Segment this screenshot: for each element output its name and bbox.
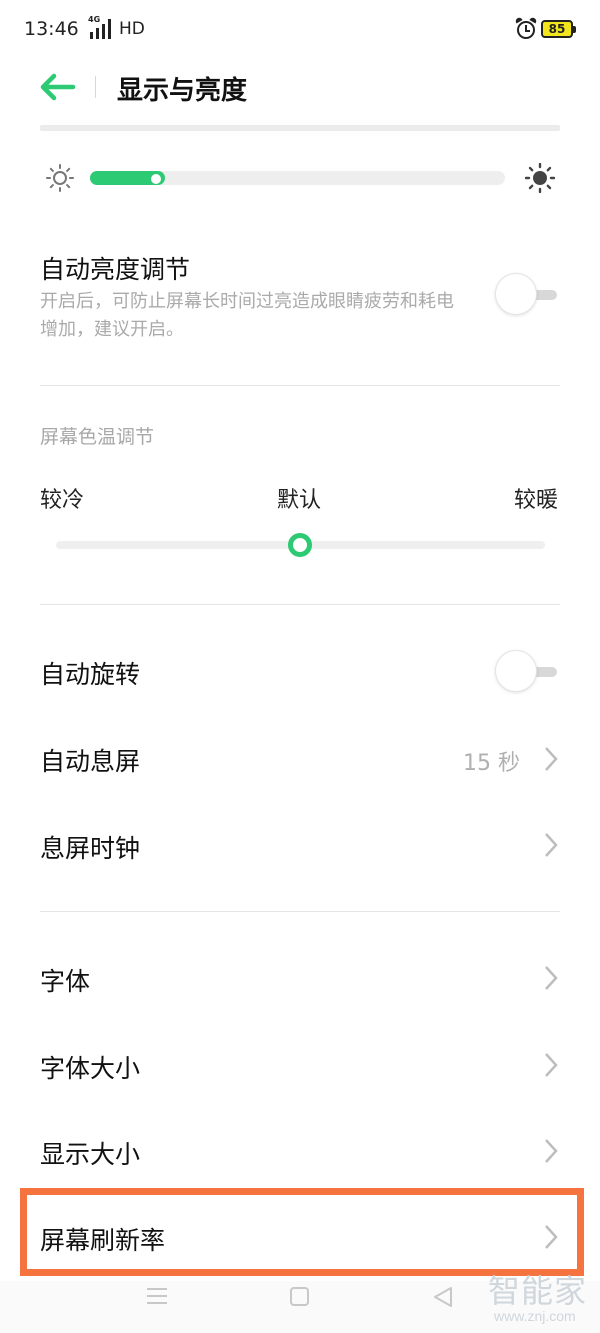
- alarm-icon: [514, 16, 538, 40]
- brightness-slider-row: [0, 155, 600, 201]
- watermark-text: 智能家: [488, 1272, 588, 1310]
- auto-brightness-description: 开启后，可防止屏幕长时间过亮造成眼睛疲劳和耗电增加，建议开启。: [40, 291, 454, 340]
- signal-icon: 4G: [88, 15, 114, 39]
- color-temperature-knob[interactable]: [288, 533, 312, 557]
- chevron-right-icon: [545, 1225, 558, 1249]
- chevron-right-icon: [545, 1139, 558, 1163]
- header: 显示与亮度: [0, 60, 600, 120]
- display-size-row[interactable]: 显示大小: [0, 1107, 600, 1193]
- auto-screen-off-value: 15 秒: [463, 751, 520, 776]
- auto-screen-off-title: 自动息屏: [40, 747, 141, 776]
- auto-rotate-title: 自动旋转: [40, 660, 141, 689]
- arrow-left-icon[interactable]: [40, 72, 76, 102]
- font-size-title: 字体大小: [40, 1054, 141, 1083]
- refresh-rate-title: 屏幕刷新率: [40, 1226, 166, 1255]
- page-title: 显示与亮度: [117, 76, 248, 106]
- scroll-edge: [40, 125, 560, 131]
- watermark-url: www.znj.com: [494, 1308, 576, 1324]
- chevron-right-icon: [545, 747, 558, 771]
- auto-screen-off-row[interactable]: 自动息屏 15 秒: [0, 716, 600, 802]
- default-label: 默认: [277, 488, 322, 513]
- chevron-right-icon: [545, 1053, 558, 1077]
- auto-brightness-toggle[interactable]: [495, 273, 559, 317]
- header-divider: [95, 76, 96, 98]
- chevron-right-icon: [545, 833, 558, 857]
- auto-brightness-row[interactable]: 自动亮度调节 开启后，可防止屏幕长时间过亮造成眼睛疲劳和耗电增加，建议开启。: [0, 245, 600, 365]
- watermark: 智能家 www.znj.com: [488, 1266, 593, 1328]
- divider: [40, 911, 560, 912]
- color-temperature-label: 屏幕色温调节: [40, 426, 155, 448]
- sun-filled-icon: [525, 163, 555, 193]
- cool-label: 较冷: [40, 488, 85, 513]
- screen-off-clock-row[interactable]: 息屏时钟: [0, 802, 600, 888]
- triangle-back-icon[interactable]: [431, 1286, 455, 1308]
- font-title: 字体: [40, 967, 91, 996]
- font-row[interactable]: 字体: [0, 935, 600, 1021]
- hd-indicator: HD: [119, 19, 145, 39]
- warm-label: 较暖: [514, 488, 559, 513]
- screen-off-clock-title: 息屏时钟: [40, 834, 141, 863]
- home-square-icon[interactable]: [290, 1287, 309, 1306]
- auto-brightness-title: 自动亮度调节: [40, 255, 191, 284]
- sun-outline-icon: [46, 164, 74, 192]
- brightness-knob[interactable]: [151, 174, 161, 184]
- menu-icon[interactable]: [147, 1288, 167, 1304]
- chevron-right-icon: [545, 966, 558, 990]
- display-size-title: 显示大小: [40, 1140, 141, 1169]
- status-time: 13:46: [24, 18, 79, 40]
- divider: [40, 385, 560, 386]
- auto-rotate-row[interactable]: 自动旋转: [0, 630, 600, 716]
- auto-rotate-toggle[interactable]: [495, 650, 559, 694]
- status-bar: 13:46 4G HD 85: [0, 0, 600, 60]
- network-type: 4G: [88, 15, 101, 24]
- font-size-row[interactable]: 字体大小: [0, 1021, 600, 1107]
- brightness-slider[interactable]: [90, 171, 505, 185]
- battery-indicator: 85: [541, 20, 576, 38]
- divider: [40, 604, 560, 605]
